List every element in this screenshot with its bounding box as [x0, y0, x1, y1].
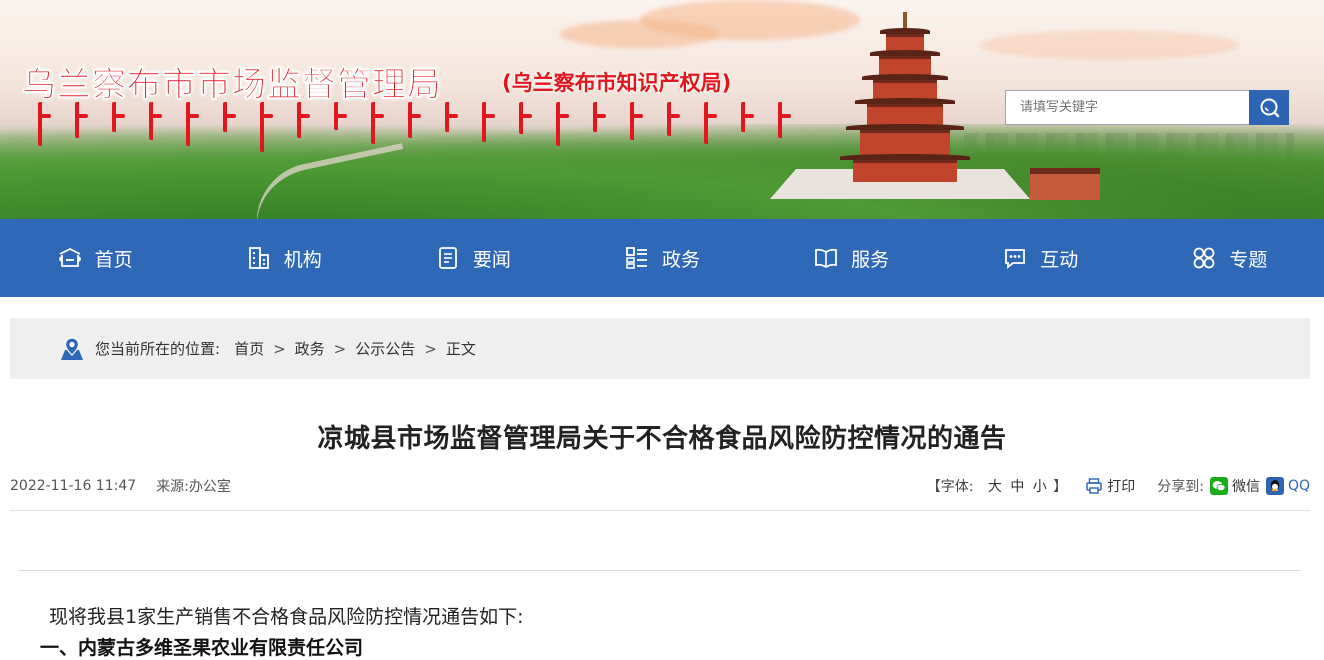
breadcrumb-government-affairs[interactable]: 政务 [295, 338, 325, 359]
publish-date: 2022-11-16 11:47 [10, 478, 137, 494]
nav-item-home[interactable]: 首页 [0, 219, 189, 297]
search-box [1005, 90, 1289, 125]
building-icon [248, 247, 269, 269]
pagoda-illustration [840, 12, 970, 182]
mongolian-script-logo [38, 102, 791, 162]
nav-item-topics[interactable]: 专题 [1135, 219, 1324, 297]
side-hall-illustration [1030, 168, 1100, 200]
breadcrumb-announcements[interactable]: 公示公告 [355, 338, 415, 359]
breadcrumb-current: 正文 [445, 340, 476, 358]
qq-label: QQ [1287, 478, 1310, 494]
printer-icon [1086, 478, 1102, 494]
print-label: 打印 [1107, 479, 1136, 495]
site-subtitle: (乌兰察布市知识产权局) [502, 71, 732, 95]
banner-cloud [980, 30, 1240, 60]
breadcrumb: 您当前所在的位置: 首页 > 政务 > 公示公告 > 正文 [10, 318, 1310, 379]
nav-item-interaction[interactable]: 互动 [946, 219, 1135, 297]
divider [19, 570, 1300, 571]
nav-item-news[interactable]: 要闻 [378, 219, 567, 297]
font-size-selector: 【字体: 大 中 小 】 [927, 476, 1068, 496]
print-button[interactable]: 打印 [1085, 476, 1135, 496]
nav-label: 要闻 [472, 248, 511, 271]
nav-item-government-affairs[interactable]: 政务 [567, 219, 756, 297]
grid-list-icon [626, 247, 647, 269]
font-size-medium[interactable]: 中 [1010, 479, 1024, 495]
share-qq-button[interactable]: QQ [1265, 477, 1310, 495]
article-tools: 【字体: 大 中 小 】 打印 分享到: 微信 QQ [927, 476, 1310, 496]
nav-label: 服务 [851, 248, 890, 271]
share-label: 分享到: [1157, 479, 1204, 495]
search-button[interactable] [1249, 90, 1289, 125]
chat-icon [1005, 249, 1026, 269]
article-title: 凉城县市场监督管理局关于不合格食品风险防控情况的通告 [317, 424, 1007, 454]
search-icon [1260, 98, 1280, 117]
font-size-small[interactable]: 小 [1033, 479, 1047, 495]
article-paragraph: 现将我县1家生产销售不合格食品风险防控情况通告如下: [49, 606, 524, 628]
wechat-icon [1209, 477, 1228, 495]
nav-item-services[interactable]: 服务 [757, 219, 946, 297]
search-input[interactable] [1005, 90, 1249, 125]
divider [10, 510, 1310, 511]
site-title: 乌兰察布市市场监督管理局 [22, 65, 442, 106]
wechat-label: 微信 [1231, 479, 1260, 495]
breadcrumb-separator: > [424, 339, 437, 358]
nav-item-organization[interactable]: 机构 [189, 219, 378, 297]
article-meta: 2022-11-16 11:47 来源:办公室 【字体: 大 中 小 】 打印 … [10, 474, 1310, 498]
nav-label: 机构 [283, 248, 322, 271]
book-icon [815, 248, 838, 269]
clover-icon [1194, 247, 1215, 269]
breadcrumb-separator: > [333, 339, 347, 358]
header-banner: 乌兰察布市市场监督管理局 (乌兰察布市知识产权局) [0, 0, 1324, 219]
nav-label: 政务 [661, 248, 700, 271]
breadcrumb-prefix: 您当前所在的位置: [95, 340, 221, 358]
breadcrumb-separator: > [273, 339, 286, 358]
font-size-label-open: 【字体: [926, 479, 974, 495]
news-icon [438, 247, 457, 269]
article-heading-company: 一、内蒙古多维圣果农业有限责任公司 [40, 637, 364, 659]
banner-cloud [560, 20, 720, 48]
nav-label: 首页 [94, 248, 133, 271]
nav-label: 互动 [1040, 248, 1079, 271]
font-size-label-close: 】 [1053, 479, 1068, 495]
location-pin-icon [61, 336, 83, 360]
main-nav: 首页 机构 要闻 政务 服务 互动 专题 [0, 219, 1324, 297]
font-size-large[interactable]: 大 [988, 479, 1002, 495]
qq-icon [1265, 477, 1284, 495]
share-wechat-button[interactable]: 微信 [1209, 476, 1260, 496]
breadcrumb-home[interactable]: 首页 [234, 338, 264, 359]
article-source: 来源:办公室 [156, 479, 231, 495]
nav-label: 专题 [1229, 248, 1268, 271]
home-icon [58, 247, 81, 267]
